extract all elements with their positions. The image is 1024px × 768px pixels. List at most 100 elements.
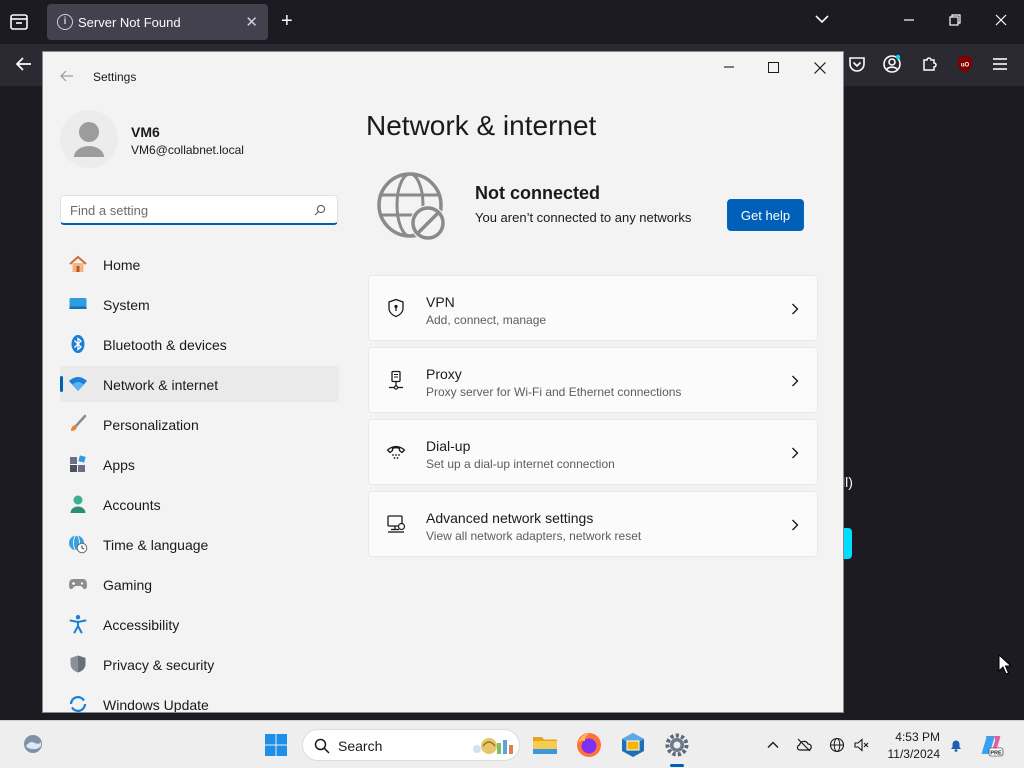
tab-title: Server Not Found [78,15,181,30]
search-input[interactable] [70,201,300,219]
disconnected-globe-icon [377,172,446,241]
clock-date[interactable]: 11/3/2024 [884,747,941,761]
tab-close-icon[interactable]: ✕ [245,13,258,31]
sidebar-item-accounts[interactable]: Accounts [60,486,339,522]
back-arrow-icon[interactable] [59,68,75,84]
virtualbox-icon [622,733,644,757]
volume-icon[interactable] [853,737,869,753]
taskbar-firefox[interactable] [575,731,603,759]
sidebar-item-home[interactable]: Home [60,246,339,282]
sidebar-item-label: Time & language [103,537,209,553]
card-subtitle: View all network adapters, network reset [426,529,642,543]
sidebar-item-label: Personalization [103,417,199,433]
brush-icon [71,414,87,431]
browser-tab-bar: i Server Not Found ✕ + [0,0,1024,44]
sidebar-nav: Home System Bluetooth & devices Network … [60,246,340,712]
taskbar: Search 4:53 PM 11/3/2024 PRE [0,720,1024,768]
sidebar-item-label: Gaming [103,577,153,593]
sidebar-item-system[interactable]: System [60,286,339,322]
notification-bell-icon[interactable] [948,737,964,753]
sidebar-item-privacy[interactable]: Privacy & security [60,646,339,682]
browser-restore-icon[interactable] [949,14,961,26]
network-globe-icon[interactable] [829,737,845,753]
accounts-icon [70,495,86,513]
sidebar-item-label: Accessibility [103,617,180,633]
advanced-network-icon [387,515,406,533]
find-setting-search-box[interactable] [60,195,338,225]
wifi-icon [69,377,87,391]
window-title: Settings [93,70,137,84]
maximize-icon[interactable] [768,62,779,73]
home-icon [69,255,87,272]
chevron-up-icon[interactable] [765,737,781,753]
taskbar-virtualbox[interactable] [619,731,647,759]
account-icon[interactable] [882,54,902,74]
gamepad-icon [69,579,87,590]
taskbar-search-box[interactable]: Search [302,729,520,761]
apps-icon [70,455,86,472]
sidebar-item-label: Privacy & security [103,657,215,673]
connection-status-title: Not connected [475,183,601,203]
browser-tab[interactable]: i Server Not Found ✕ [47,4,268,40]
sidebar-item-windows-update[interactable]: Windows Update [60,686,339,712]
profile-name: VM6 [131,124,160,140]
taskbar-settings[interactable] [663,731,691,767]
sidebar-item-label: Accounts [103,497,161,513]
proxy-icon [389,370,403,390]
close-icon[interactable] [813,61,827,75]
proxy-card[interactable]: Proxy Proxy server for Wi-Fi and Etherne… [368,347,818,413]
sidebar-item-apps[interactable]: Apps [60,446,339,482]
chevron-right-icon [792,519,799,531]
sidebar-item-network[interactable]: Network & internet [60,366,339,402]
get-help-button[interactable]: Get help [727,199,804,231]
chevron-down-icon[interactable] [815,14,829,24]
browser-page-try-again-button[interactable] [842,528,852,559]
tab-list-icon[interactable] [8,11,30,33]
globe-clock-icon [69,535,88,554]
settings-window: Settings VM6 VM6@collabnet.local Hom [43,52,843,712]
copilot-icon[interactable]: PRE [980,733,1004,757]
browser-back-icon[interactable] [14,54,34,74]
search-highlight-art-icon [473,738,513,754]
card-subtitle: Add, connect, manage [426,313,547,327]
menu-icon[interactable] [990,54,1010,74]
ublock-icon[interactable]: uO [955,54,975,74]
sidebar-item-personalization[interactable]: Personalization [60,406,339,442]
sidebar-item-label: Windows Update [103,697,209,712]
new-tab-button[interactable]: + [281,10,293,32]
taskbar-file-explorer[interactable] [531,731,559,759]
clock-time[interactable]: 4:53 PM [892,730,940,744]
sidebar-item-time-language[interactable]: Time & language [60,526,339,562]
browser-close-icon[interactable] [995,14,1007,26]
dialup-icon [386,445,406,459]
card-title: Dial-up [426,438,471,454]
chevron-right-icon [792,447,799,459]
chevron-right-icon [792,375,799,387]
page-title: Network & internet [366,110,597,141]
sidebar-item-accessibility[interactable]: Accessibility [60,606,339,642]
windows-start-icon[interactable] [264,733,288,757]
dialup-card[interactable]: Dial-up Set up a dial-up internet connec… [368,419,818,485]
accessibility-icon [69,615,87,634]
extensions-icon[interactable] [919,54,939,74]
firefox-icon [577,733,601,757]
vpn-card[interactable]: VPN Add, connect, manage [368,275,818,341]
vpn-shield-icon [388,298,404,318]
browser-minimize-icon[interactable] [903,14,915,26]
card-title: Proxy [426,366,462,382]
cloud-off-icon[interactable] [796,737,812,753]
sidebar-item-bluetooth[interactable]: Bluetooth & devices [60,326,339,362]
sidebar-item-gaming[interactable]: Gaming [60,566,339,602]
card-title: Advanced network settings [426,510,594,526]
settings-app-icon [665,733,689,757]
file-explorer-icon [533,737,557,754]
pocket-icon[interactable] [847,54,867,74]
minimize-icon[interactable] [722,60,736,74]
avatar[interactable] [60,110,118,168]
advanced-network-card[interactable]: Advanced network settings View all netwo… [368,491,818,557]
search-icon[interactable] [314,204,326,216]
widgets-icon[interactable] [22,733,44,755]
sidebar-item-label: Apps [103,457,135,473]
sidebar-item-label: Bluetooth & devices [103,337,227,353]
update-icon [69,696,87,712]
